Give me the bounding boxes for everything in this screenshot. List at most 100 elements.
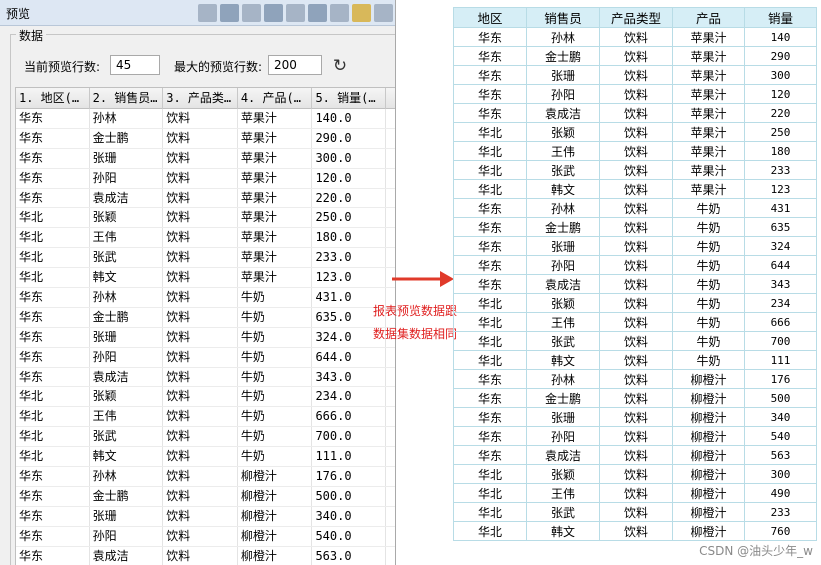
table-cell-filler bbox=[386, 248, 395, 267]
table-row[interactable]: 华东 孙林 饮料 苹果汁 140.0 bbox=[16, 109, 395, 129]
report-cell: 华东 bbox=[453, 445, 527, 465]
table-row[interactable]: 华东 张珊 饮料 柳橙汁 340.0 bbox=[16, 506, 395, 527]
report-cell: 华北 bbox=[453, 502, 527, 522]
report-row: 华北 王伟 饮料 牛奶 666 bbox=[453, 312, 817, 332]
toolbar-button-4[interactable] bbox=[264, 4, 283, 22]
toolbar-button-7[interactable] bbox=[330, 4, 349, 22]
table-cell: 韩文 bbox=[90, 447, 164, 467]
table-cell-filler bbox=[386, 507, 395, 526]
table-row[interactable]: 华东 袁成洁 饮料 牛奶 343.0 bbox=[16, 367, 395, 388]
report-cell: 牛奶 bbox=[672, 331, 745, 351]
table-row[interactable]: 华东 孙林 饮料 柳橙汁 176.0 bbox=[16, 467, 395, 487]
table-row[interactable]: 华东 孙阳 饮料 苹果汁 120.0 bbox=[16, 168, 395, 189]
toolbar-button-1[interactable] bbox=[198, 4, 217, 22]
report-cell: 饮料 bbox=[599, 312, 673, 332]
report-cell: 孙林 bbox=[526, 198, 600, 218]
table-cell: 孙林 bbox=[90, 288, 164, 307]
toolbar-button-6[interactable] bbox=[308, 4, 327, 22]
report-cell: 张武 bbox=[526, 502, 600, 522]
report-cell: 华东 bbox=[453, 369, 527, 389]
table-cell: 苹果汁 bbox=[238, 168, 313, 188]
toolbar-button-8[interactable] bbox=[352, 4, 371, 22]
table-row[interactable]: 华北 韩文 饮料 牛奶 111.0 bbox=[16, 447, 395, 468]
table-cell: 张颖 bbox=[90, 387, 164, 407]
report-row: 华北 韩文 饮料 柳橙汁 760 bbox=[453, 521, 817, 541]
report-cell: 华东 bbox=[453, 198, 527, 218]
report-cell: 华东 bbox=[453, 255, 527, 275]
refresh-icon[interactable]: ↻ bbox=[329, 55, 351, 77]
table-row[interactable]: 华东 孙阳 饮料 牛奶 644.0 bbox=[16, 347, 395, 368]
table-cell: 苹果汁 bbox=[238, 128, 313, 148]
report-cell: 柳橙汁 bbox=[672, 369, 745, 389]
table-cell: 644.0 bbox=[312, 347, 387, 367]
table-row[interactable]: 华东 金士鹏 饮料 柳橙汁 500.0 bbox=[16, 486, 395, 507]
table-row[interactable]: 华东 孙林 饮料 牛奶 431.0 bbox=[16, 288, 395, 308]
table-row[interactable]: 华东 张珊 饮料 牛奶 324.0 bbox=[16, 327, 395, 348]
report-row: 华东 孙林 饮料 柳橙汁 176 bbox=[453, 369, 817, 389]
table-cell: 苹果汁 bbox=[238, 208, 313, 228]
current-rows-input[interactable]: 45 bbox=[110, 55, 160, 75]
table-row[interactable]: 华东 袁成洁 饮料 柳橙汁 563.0 bbox=[16, 546, 395, 565]
table-cell: 140.0 bbox=[312, 109, 387, 128]
report-cell: 431 bbox=[744, 198, 817, 218]
grid-header-cell[interactable]: 4. 产品(… bbox=[238, 88, 313, 109]
report-cell: 张珊 bbox=[526, 407, 600, 427]
report-table: 地区 销售员 产品类型 产品 销量 华东 孙林 饮料 苹果汁 140 华东 金士鹏 饮料 苹果汁… bbox=[453, 7, 817, 541]
max-rows-input[interactable]: 200 bbox=[268, 55, 322, 75]
grid-header-cell[interactable]: 1. 地区(… bbox=[16, 88, 90, 109]
report-cell: 饮料 bbox=[599, 426, 673, 446]
table-row[interactable]: 华东 孙阳 饮料 柳橙汁 540.0 bbox=[16, 526, 395, 547]
toolbar-button-5[interactable] bbox=[286, 4, 305, 22]
grid-header-cell[interactable]: 3. 产品类… bbox=[163, 88, 238, 109]
report-cell: 华北 bbox=[453, 312, 527, 332]
table-cell: 袁成洁 bbox=[90, 367, 164, 387]
report-header-row: 地区 销售员 产品类型 产品 销量 bbox=[453, 7, 817, 28]
report-body: 华东 孙林 饮料 苹果汁 140 华东 金士鹏 饮料 苹果汁 290 华东 张珊 饮料 苹果汁 300 华东孙… bbox=[453, 27, 817, 541]
table-cell: 张珊 bbox=[90, 148, 164, 168]
report-cell: 500 bbox=[744, 388, 817, 408]
table-row[interactable]: 华北 韩文 饮料 苹果汁 123.0 bbox=[16, 268, 395, 289]
report-cell: 苹果汁 bbox=[672, 84, 745, 104]
table-cell: 孙林 bbox=[90, 109, 164, 128]
table-row[interactable]: 华北 王伟 饮料 苹果汁 180.0 bbox=[16, 228, 395, 249]
table-row[interactable]: 华东 金士鹏 饮料 苹果汁 290.0 bbox=[16, 128, 395, 149]
report-cell: 牛奶 bbox=[672, 255, 745, 275]
table-cell-filler bbox=[386, 387, 395, 406]
toolbar-button-2[interactable] bbox=[220, 4, 239, 22]
table-cell: 苹果汁 bbox=[238, 109, 313, 128]
toolbar-button-9[interactable] bbox=[374, 4, 393, 22]
report-row: 华北 张武 饮料 苹果汁 233 bbox=[453, 160, 817, 180]
report-cell: 华东 bbox=[453, 407, 527, 427]
grid-header-cell[interactable]: 2. 销售员… bbox=[90, 88, 164, 109]
table-cell: 华东 bbox=[16, 347, 90, 367]
table-cell: 华东 bbox=[16, 506, 90, 526]
grid-header-cell[interactable]: 5. 销量(… bbox=[312, 88, 387, 109]
table-cell: 饮料 bbox=[163, 387, 238, 407]
table-row[interactable]: 华北 王伟 饮料 牛奶 666.0 bbox=[16, 407, 395, 428]
table-cell-filler bbox=[386, 109, 395, 128]
table-row[interactable]: 华北 张武 饮料 牛奶 700.0 bbox=[16, 427, 395, 448]
toolbar-button-3[interactable] bbox=[242, 4, 261, 22]
table-row[interactable]: 华东 张珊 饮料 苹果汁 300.0 bbox=[16, 148, 395, 169]
report-cell: 饮料 bbox=[599, 350, 673, 370]
table-row[interactable]: 华北 张颖 饮料 牛奶 234.0 bbox=[16, 387, 395, 408]
report-row: 华东 袁成洁 饮料 牛奶 343 bbox=[453, 274, 817, 294]
table-cell: 牛奶 bbox=[238, 327, 313, 347]
table-row[interactable]: 华东 袁成洁 饮料 苹果汁 220.0 bbox=[16, 188, 395, 209]
report-cell: 饮料 bbox=[599, 46, 673, 66]
table-cell: 饮料 bbox=[163, 168, 238, 188]
table-row[interactable]: 华北 张颖 饮料 苹果汁 250.0 bbox=[16, 208, 395, 229]
table-row[interactable]: 华北 张武 饮料 苹果汁 233.0 bbox=[16, 248, 395, 269]
table-row[interactable]: 华东 金士鹏 饮料 牛奶 635.0 bbox=[16, 307, 395, 328]
table-cell-filler bbox=[386, 447, 395, 466]
table-cell: 袁成洁 bbox=[90, 188, 164, 208]
report-cell: 袁成洁 bbox=[526, 445, 600, 465]
report-cell: 760 bbox=[744, 521, 817, 541]
table-cell: 苹果汁 bbox=[238, 228, 313, 248]
report-cell: 540 bbox=[744, 426, 817, 446]
table-cell: 饮料 bbox=[163, 268, 238, 288]
dialog-toolbar bbox=[198, 4, 393, 22]
report-row: 华东 张珊 饮料 柳橙汁 340 bbox=[453, 407, 817, 427]
table-cell: 饮料 bbox=[163, 307, 238, 327]
table-cell-filler bbox=[386, 487, 395, 506]
